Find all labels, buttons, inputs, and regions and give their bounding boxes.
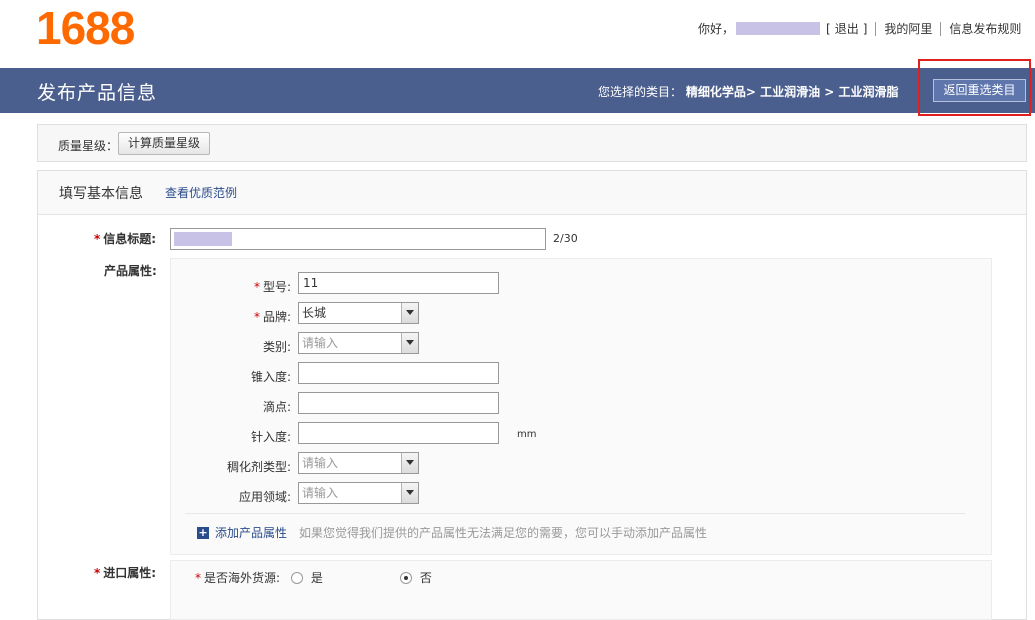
section-title: 填写基本信息 — [59, 186, 143, 202]
product-attrs-label: 产品属性: — [104, 264, 157, 278]
top-bar: 1688 你好， [ 退出 ] 我的阿里 信息发布规则 — [0, 0, 1035, 68]
field-label-needle-penetration: 针入度: — [250, 430, 291, 444]
option-no[interactable]: 否 — [400, 569, 432, 586]
my-ali-link[interactable]: 我的阿里 — [884, 20, 932, 37]
needle-penetration-input[interactable] — [298, 422, 499, 444]
model-input[interactable]: 11 — [298, 272, 499, 294]
import-attrs-label: * 进口属性: — [94, 566, 157, 580]
category-path: 精细化学品> 工业润滑油 > 工业润滑脂 — [685, 85, 899, 99]
brand-select[interactable]: 长城 — [298, 302, 419, 324]
page-title: 发布产品信息 — [37, 82, 158, 104]
cone-penetration-input[interactable] — [298, 362, 499, 384]
field-label-category: 类别: — [262, 340, 291, 354]
bracket-close: ] — [862, 21, 868, 36]
chevron-down-icon[interactable] — [401, 453, 418, 473]
field-label-cone-penetration: 锥入度: — [250, 370, 291, 384]
application-area-select[interactable]: 请输入 — [298, 482, 419, 504]
info-title-label: * 信息标题: — [94, 232, 157, 246]
option-yes[interactable]: 是 — [291, 569, 323, 586]
chevron-down-icon[interactable] — [401, 483, 418, 503]
example-link[interactable]: 查看优质范例 — [165, 184, 237, 201]
divider — [185, 513, 965, 514]
chevron-down-icon[interactable] — [401, 333, 418, 353]
field-label-application-area: 应用领域: — [238, 490, 291, 504]
chevron-down-icon[interactable] — [401, 303, 418, 323]
category-select[interactable]: 请输入 — [298, 332, 419, 354]
quality-bar: 质量星级： 计算质量星级 — [37, 124, 1027, 162]
page-header: 发布产品信息 您选择的类目： 精细化学品> 工业润滑油 > 工业润滑脂 — [0, 68, 1035, 113]
plus-icon[interactable]: + — [197, 526, 209, 539]
publish-rules-link[interactable]: 信息发布规则 — [949, 20, 1021, 37]
field-label-model: * 型号: — [253, 280, 291, 294]
overseas-question: * 是否海外货源: — [195, 571, 281, 585]
info-title-input[interactable] — [170, 228, 546, 250]
quality-label: 质量星级： — [58, 139, 119, 153]
field-label-dropping-point: 滴点: — [262, 400, 291, 414]
divider — [875, 21, 877, 36]
field-label-brand: * 品牌: — [253, 310, 291, 324]
divider — [940, 21, 942, 36]
title-redacted — [174, 232, 232, 246]
add-attribute-row: + 添加产品属性 如果您觉得我们提供的产品属性无法满足您的需要，您可以手动添加产… — [197, 524, 707, 541]
category-label: 您选择的类目： — [598, 85, 683, 99]
unit-label: mm — [517, 429, 537, 440]
selected-category: 您选择的类目： 精细化学品> 工业润滑油 > 工业润滑脂 — [598, 83, 899, 100]
basic-info-form: 填写基本信息 查看优质范例 * 信息标题: 2/30 产品属性: * 型号: 11 … — [37, 170, 1027, 620]
radio-no[interactable] — [400, 572, 412, 584]
username-redacted — [736, 22, 821, 35]
radio-yes[interactable] — [291, 572, 303, 584]
reselect-category-button[interactable]: 返回重选类目 — [933, 79, 1026, 102]
product-attrs-panel: * 型号: 11 * 品牌: 长城 类别: 请输入 锥入度: 滴点: 针入度: mm… — [170, 258, 992, 555]
field-label-thickener-type: 稠化剂类型: — [226, 460, 291, 474]
add-attribute-link[interactable]: 添加产品属性 — [215, 524, 287, 541]
site-logo[interactable]: 1688 — [36, 4, 135, 52]
dropping-point-input[interactable] — [298, 392, 499, 414]
bracket-open: [ — [826, 21, 831, 36]
section-header: 填写基本信息 查看优质范例 — [38, 171, 1026, 215]
calculate-quality-button[interactable]: 计算质量星级 — [118, 132, 211, 155]
logout-link[interactable]: 退出 — [835, 20, 859, 37]
thickener-type-select[interactable]: 请输入 — [298, 452, 419, 474]
required-mark: * — [94, 232, 101, 246]
title-counter: 2/30 — [553, 232, 578, 245]
user-bar: 你好， [ 退出 ] 我的阿里 信息发布规则 — [698, 20, 1021, 37]
add-attribute-hint: 如果您觉得我们提供的产品属性无法满足您的需要，您可以手动添加产品属性 — [299, 526, 708, 540]
import-attrs-panel: * 是否海外货源: 是 否 — [170, 560, 992, 620]
greeting-text: 你好， — [698, 22, 735, 36]
